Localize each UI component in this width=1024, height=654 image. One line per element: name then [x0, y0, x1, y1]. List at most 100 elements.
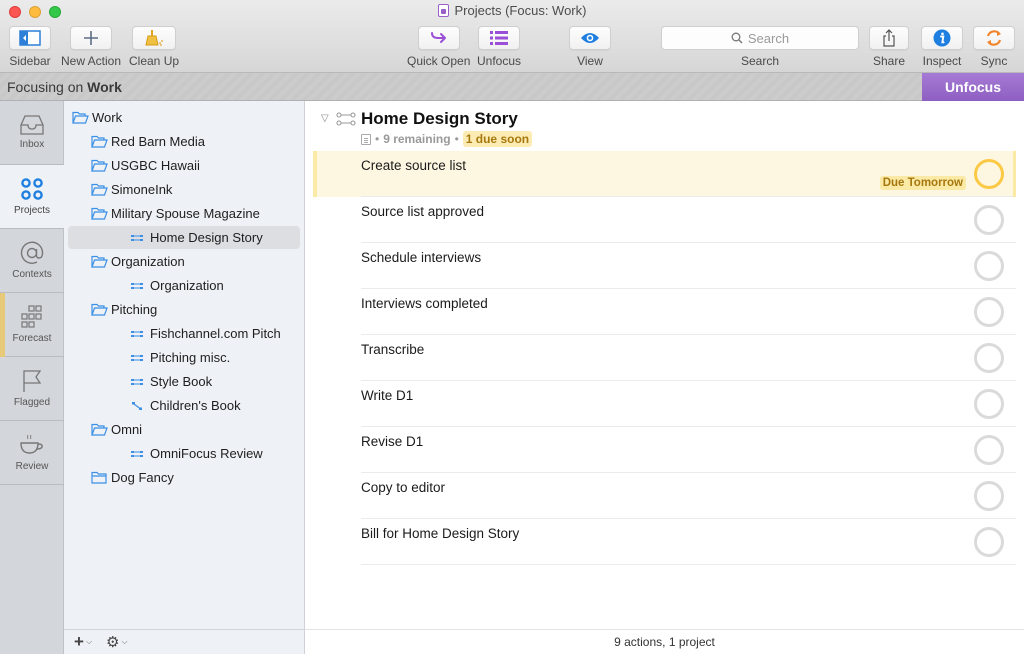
sidebar-folder-item[interactable]: Pitching: [68, 298, 300, 321]
sidebar-project-item[interactable]: Organization: [68, 274, 300, 297]
inspect-toolbar-item[interactable]: Inspect: [921, 26, 963, 68]
sidebar-folder-item[interactable]: Organization: [68, 250, 300, 273]
task-checkbox[interactable]: [974, 205, 1004, 235]
task-checkbox[interactable]: [974, 297, 1004, 327]
tree-item-label: Organization: [150, 278, 224, 293]
task-row[interactable]: Transcribe: [313, 335, 1016, 381]
inspect-button[interactable]: [921, 26, 963, 50]
share-button[interactable]: [869, 26, 909, 50]
sidebar-folder-item[interactable]: Work: [68, 106, 300, 129]
task-row[interactable]: Source list approved: [313, 197, 1016, 243]
quick-open-toolbar-item[interactable]: Quick Open: [407, 26, 470, 68]
task-title[interactable]: Bill for Home Design Story: [361, 526, 519, 541]
sidebar-toolbar-item[interactable]: Sidebar: [9, 26, 51, 68]
due-date-badge: Due Tomorrow: [879, 176, 966, 190]
perspective-label: Contexts: [12, 269, 52, 280]
task-checkbox[interactable]: [974, 159, 1004, 189]
perspective-inbox[interactable]: Inbox: [0, 101, 64, 165]
sequential-project-icon: [132, 401, 142, 410]
quick-open-label: Quick Open: [407, 54, 471, 68]
task-title[interactable]: Source list approved: [361, 204, 484, 219]
perspective-contexts[interactable]: Contexts: [0, 229, 64, 293]
plus-icon: +: [74, 632, 84, 651]
task-checkbox[interactable]: [974, 527, 1004, 557]
inbox-icon: [20, 115, 44, 135]
parallel-project-icon: [131, 354, 143, 361]
sidebar-folder-item[interactable]: SimoneInk: [68, 178, 300, 201]
task-title[interactable]: Transcribe: [361, 342, 424, 357]
sync-button[interactable]: [973, 26, 1015, 50]
sidebar-project-item[interactable]: Home Design Story: [68, 226, 300, 249]
clean-up-button[interactable]: [132, 26, 177, 50]
task-checkbox[interactable]: [974, 435, 1004, 465]
clean-up-toolbar-item[interactable]: Clean Up: [129, 26, 179, 68]
task-row[interactable]: Create source list Due Tomorrow: [313, 151, 1016, 197]
task-title[interactable]: Copy to editor: [361, 480, 445, 495]
perspective-label: Inbox: [19, 139, 45, 150]
task-checkbox[interactable]: [974, 251, 1004, 281]
share-toolbar-item[interactable]: Share: [869, 26, 909, 68]
parallel-project-icon: [336, 112, 356, 126]
add-menu-button[interactable]: + ⌵: [74, 632, 92, 652]
settings-menu-button[interactable]: ⚙ ⌵: [106, 633, 128, 651]
perspective-review[interactable]: Review: [0, 421, 64, 485]
disclosure-triangle-icon[interactable]: ▽: [321, 113, 329, 124]
search-toolbar-item: Search Search: [661, 26, 859, 68]
sync-icon: [986, 30, 1002, 46]
new-action-toolbar-item[interactable]: New Action: [61, 26, 121, 68]
task-title[interactable]: Interviews completed: [361, 296, 488, 311]
sidebar-project-item[interactable]: Pitching misc.: [68, 346, 300, 369]
unfocus-button[interactable]: Unfocus: [922, 73, 1024, 101]
task-row[interactable]: Copy to editor: [313, 473, 1016, 519]
folder-open-icon: [91, 135, 108, 148]
task-row[interactable]: Bill for Home Design Story: [313, 519, 1016, 565]
tree-item-label: Pitching: [111, 302, 158, 317]
search-input[interactable]: Search: [661, 26, 859, 50]
task-checkbox[interactable]: [974, 389, 1004, 419]
task-checkbox[interactable]: [974, 343, 1004, 373]
sidebar-folder-item[interactable]: Red Barn Media: [68, 130, 300, 153]
unfocus-toolbar-button[interactable]: [478, 26, 521, 50]
perspective-projects[interactable]: Projects: [0, 165, 64, 229]
view-button[interactable]: [569, 26, 611, 50]
project-title[interactable]: Home Design Story: [361, 109, 518, 129]
sidebar-project-item[interactable]: Children's Book: [68, 394, 300, 417]
sync-label: Sync: [980, 54, 1008, 68]
task-title[interactable]: Write D1: [361, 388, 413, 403]
focus-name: Work: [87, 79, 122, 95]
perspective-label: Flagged: [13, 397, 51, 408]
task-row[interactable]: Revise D1: [313, 427, 1016, 473]
task-row[interactable]: Schedule interviews: [313, 243, 1016, 289]
sidebar-project-item[interactable]: Style Book: [68, 370, 300, 393]
focus-bar: Focusing on Work Unfocus: [0, 73, 1024, 101]
note-icon[interactable]: [361, 133, 371, 145]
task-title[interactable]: Create source list: [361, 158, 466, 173]
folder-open-icon: [91, 303, 108, 316]
new-action-button[interactable]: [70, 26, 113, 50]
folder-icon: [91, 471, 107, 484]
sidebar-folder-item[interactable]: Military Spouse Magazine: [68, 202, 300, 225]
window-toolbar: Projects (Focus: Work) Sidebar New Actio…: [0, 0, 1024, 73]
task-title[interactable]: Schedule interviews: [361, 250, 481, 265]
share-label: Share: [872, 54, 906, 68]
task-row[interactable]: Interviews completed: [313, 289, 1016, 335]
sidebar-folder-item[interactable]: Omni: [68, 418, 300, 441]
unfocus-toolbar-item[interactable]: Unfocus: [477, 26, 521, 68]
sidebar-button[interactable]: [9, 26, 51, 50]
sync-toolbar-item[interactable]: Sync: [973, 26, 1015, 68]
plus-icon: [84, 31, 99, 45]
sidebar-folder-item[interactable]: Dog Fancy: [68, 466, 300, 489]
quick-open-button[interactable]: [417, 26, 460, 50]
task-title[interactable]: Revise D1: [361, 434, 423, 449]
eye-icon: [581, 33, 599, 43]
tree-item-label: Home Design Story: [150, 230, 263, 245]
perspective-label: Review: [15, 461, 49, 472]
perspective-flagged[interactable]: Flagged: [0, 357, 64, 421]
view-toolbar-item[interactable]: View: [569, 26, 611, 68]
task-checkbox[interactable]: [974, 481, 1004, 511]
sidebar-folder-item[interactable]: USGBC Hawaii: [68, 154, 300, 177]
sidebar-project-item[interactable]: Fishchannel.com Pitch: [68, 322, 300, 345]
sidebar-project-item[interactable]: OmniFocus Review: [68, 442, 300, 465]
perspective-forecast[interactable]: Forecast: [0, 293, 64, 357]
task-row[interactable]: Write D1: [313, 381, 1016, 427]
